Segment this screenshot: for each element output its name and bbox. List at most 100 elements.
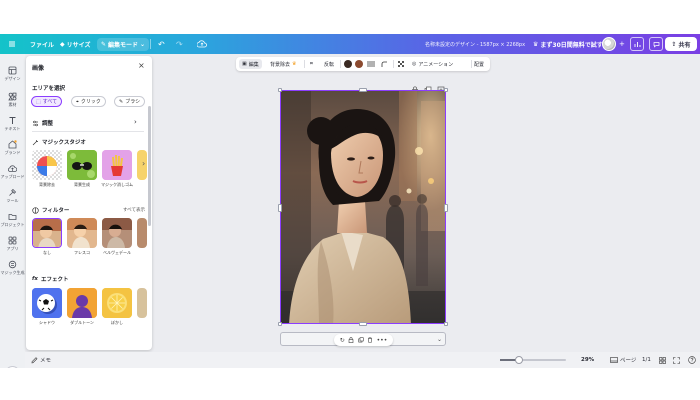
help-icon[interactable] (688, 352, 696, 368)
resize-handle-tr[interactable] (444, 88, 448, 92)
image-context-toolbar: ▣ 編集 背景除去 ♛ ⌗ 反転 ◎ アニメーション 配置 (236, 57, 490, 71)
selected-photo[interactable] (280, 90, 446, 324)
analytics-icon[interactable] (630, 37, 644, 51)
file-menu[interactable]: ファイル (30, 34, 54, 54)
sidebar-item-tools[interactable]: ツール (0, 188, 25, 204)
panel-scrollbar[interactable] (148, 106, 151, 226)
resize-button[interactable]: ◆ リサイズ (60, 34, 90, 54)
see-all-link[interactable]: すべて表示 (123, 207, 145, 213)
trash-icon[interactable] (367, 337, 373, 343)
rotate-icon[interactable]: ↻ (340, 337, 345, 344)
effects-heading: fx エフェクト (32, 275, 68, 283)
grid-view-icon[interactable] (659, 352, 666, 368)
share-button[interactable]: ⇪ 共有 (665, 37, 697, 51)
resize-handle-bottom[interactable] (359, 322, 367, 326)
notes-button[interactable]: メモ (31, 352, 51, 368)
close-icon[interactable]: × (138, 61, 145, 70)
image-edit-panel: 画像 × エリアを選択 ⬚ すべて ⌖ クリック ✎ ブラシ 調整 › マジック… (26, 56, 152, 350)
corner-rounding-icon[interactable] (381, 57, 388, 71)
magic-studio-label: マジックスタジオ (42, 140, 86, 146)
magic-eraser[interactable] (102, 150, 132, 180)
color-swatch-2[interactable] (355, 57, 363, 71)
effect-blur[interactable] (102, 288, 132, 318)
add-page-icon[interactable] (437, 79, 445, 94)
add-collaborator-icon[interactable]: + (619, 34, 625, 54)
portrait-icon (67, 288, 97, 318)
chip-click[interactable]: ⌖ クリック (71, 96, 106, 107)
effect-duotone[interactable] (67, 288, 97, 318)
lock-icon[interactable] (348, 337, 354, 343)
sidebar-item-design[interactable]: デザイン (0, 66, 25, 82)
click-icon: ⌖ (76, 98, 79, 105)
chevron-down-icon[interactable]: ⌄ (437, 336, 442, 343)
comment-icon[interactable] (649, 37, 663, 51)
avatar[interactable] (602, 37, 616, 51)
magic-bg-remover[interactable] (32, 150, 62, 180)
filter-caption: なし (43, 250, 51, 255)
flip-button[interactable]: 反転 (324, 57, 334, 71)
duplicate-icon[interactable] (358, 337, 364, 343)
resize-handle-tl[interactable] (278, 88, 282, 92)
resize-handle-br[interactable] (444, 322, 448, 326)
sidebar-item-magic-media[interactable]: マジック生成 (0, 260, 25, 276)
cloud-save-icon[interactable] (197, 34, 207, 54)
lock-icon[interactable] (411, 79, 419, 94)
effect-caption: シャドウ (39, 320, 55, 325)
select-all-icon: ⬚ (36, 98, 41, 105)
tools-icon (9, 188, 17, 196)
share-icon: ⇪ (671, 40, 677, 48)
undo-icon[interactable]: ↶ (158, 34, 165, 54)
redo-icon[interactable]: ↷ (176, 34, 183, 54)
sidebar-item-apps[interactable]: アプリ (0, 236, 25, 252)
border-style-icon[interactable] (367, 57, 375, 71)
menu-icon[interactable] (8, 34, 16, 54)
filter-fresco[interactable] (67, 218, 97, 248)
sidebar-item-text[interactable]: テキスト (0, 116, 25, 132)
sidebar-item-uploads[interactable]: アップロード (0, 164, 25, 180)
resize-handle-left[interactable] (278, 204, 282, 212)
crop-icon[interactable]: ⌗ (310, 57, 313, 71)
chip-all[interactable]: ⬚ すべて (31, 96, 63, 107)
chevron-right-icon[interactable]: › (134, 118, 137, 126)
position-button[interactable]: 配置 (474, 57, 484, 71)
carousel-next-icon[interactable]: › (142, 159, 145, 168)
chip-brush[interactable]: ✎ ブラシ (114, 96, 146, 107)
pages-button[interactable]: ページ (610, 352, 636, 368)
fullscreen-icon[interactable] (673, 352, 680, 368)
page-count[interactable]: 1/1 (642, 352, 651, 368)
document-title[interactable]: 名称未設定のデザイン - 1587px × 2268px (425, 34, 525, 54)
crown-icon: ♛ (533, 40, 539, 48)
free-trial-button[interactable]: ♛ まず30日間無料で試す (533, 34, 603, 54)
resize-handle-top[interactable] (359, 88, 367, 92)
filter-icon (32, 206, 39, 214)
chip-label: クリック (80, 99, 101, 105)
resize-handle-bl[interactable] (278, 322, 282, 326)
filter-belvedere[interactable] (102, 218, 132, 248)
animation-button[interactable]: ◎ アニメーション (412, 57, 453, 71)
more-options-icon[interactable]: ••• (377, 337, 388, 344)
magic-bg-generator[interactable] (67, 150, 97, 180)
zoom-value[interactable]: 29% (581, 352, 594, 368)
resize-handle-right[interactable] (444, 204, 448, 212)
sidebar-item-projects[interactable]: プロジェクト (0, 212, 25, 228)
filter-none[interactable] (32, 218, 62, 248)
magic-assistant-button[interactable] (5, 366, 20, 368)
edit-image-button[interactable]: ▣ 編集 (239, 59, 262, 69)
sidebar-item-brand[interactable]: ブランド (0, 140, 25, 156)
edit-mode-dropdown[interactable]: ✎ 編集モード ⌄ (97, 37, 150, 51)
zoom-slider-knob[interactable] (515, 356, 524, 364)
projects-icon (8, 214, 17, 220)
notes-icon (31, 356, 38, 363)
effect-shadow[interactable] (32, 288, 62, 318)
magic-studio-heading: マジックスタジオ (32, 138, 86, 146)
sidebar-item-elements[interactable]: 素材 (0, 92, 25, 108)
magic-caption: 背景除去 (39, 182, 55, 187)
resize-icon: ◆ (60, 40, 65, 48)
duplicate-icon[interactable] (424, 79, 432, 94)
zoom-slider[interactable] (500, 356, 566, 364)
color-swatch-1[interactable] (344, 57, 352, 71)
adjust-row[interactable]: 調整 (32, 119, 53, 127)
transparency-icon[interactable] (398, 57, 405, 71)
effects-icon: fx (32, 276, 38, 282)
bg-remove-button[interactable]: 背景除去 ♛ (270, 57, 297, 71)
